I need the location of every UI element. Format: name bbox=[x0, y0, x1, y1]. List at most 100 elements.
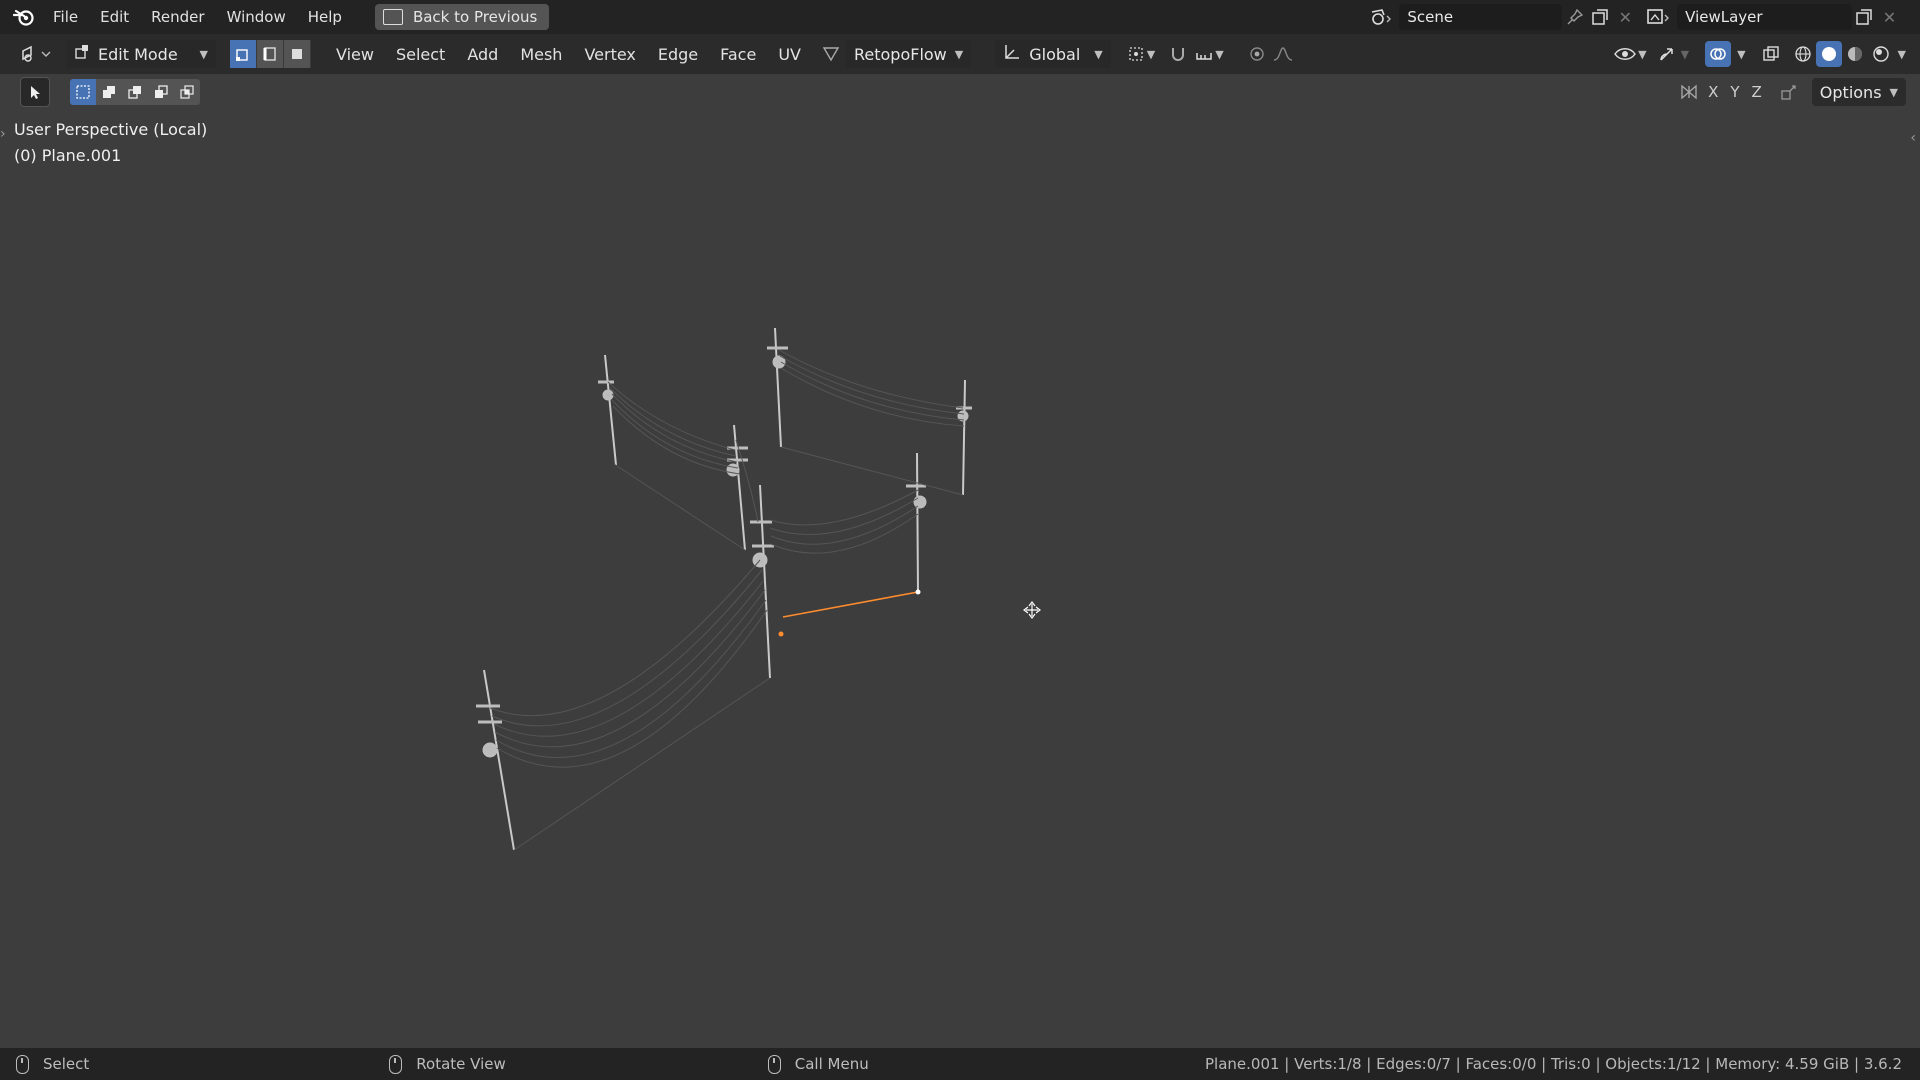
intersect-selection-icon[interactable] bbox=[174, 79, 200, 105]
menu-file[interactable]: File bbox=[42, 0, 89, 34]
menu-vertex[interactable]: Vertex bbox=[573, 45, 646, 64]
chevron-down-icon: ▼ bbox=[954, 47, 964, 61]
pole bbox=[759, 484, 771, 679]
visibility-eye-icon[interactable] bbox=[1612, 41, 1638, 67]
mirror-butterfly-icon[interactable] bbox=[1676, 79, 1702, 105]
chevron-down-icon[interactable]: ▼ bbox=[1681, 48, 1689, 61]
scene-statistics: Plane.001 | Verts:1/8 | Edges:0/7 | Face… bbox=[1205, 1055, 1902, 1073]
menu-add[interactable]: Add bbox=[456, 45, 509, 64]
chevron-down-icon[interactable]: ▼ bbox=[1638, 48, 1646, 61]
retopoflow-icon[interactable] bbox=[818, 41, 844, 67]
snap-icon[interactable] bbox=[1165, 41, 1191, 67]
back-to-previous-button[interactable]: Back to Previous bbox=[374, 4, 550, 30]
new-view-layer-icon[interactable] bbox=[1852, 4, 1877, 30]
menu-window[interactable]: Window bbox=[216, 0, 297, 34]
status-left-action: Select bbox=[43, 1055, 90, 1073]
delete-scene-icon[interactable]: ✕ bbox=[1613, 4, 1638, 30]
delete-view-layer-icon[interactable]: ✕ bbox=[1877, 4, 1902, 30]
scene-icon[interactable] bbox=[1368, 4, 1393, 30]
back-icon bbox=[382, 9, 403, 25]
tool-settings-row: X Y Z Options ▼ bbox=[0, 74, 1920, 110]
menu-select[interactable]: Select bbox=[385, 45, 456, 64]
move-cursor-icon bbox=[1023, 601, 1041, 619]
menu-mesh[interactable]: Mesh bbox=[509, 45, 573, 64]
xray-icon[interactable] bbox=[1758, 41, 1784, 67]
select-mode-group bbox=[230, 40, 311, 68]
edit-mode-icon bbox=[74, 44, 90, 64]
mode-label: Edit Mode bbox=[98, 44, 178, 64]
menu-help[interactable]: Help bbox=[297, 0, 353, 34]
snap-target-icon[interactable] bbox=[1191, 41, 1217, 67]
chevron-down-icon: ▼ bbox=[1889, 85, 1898, 99]
set-new-selection-icon[interactable] bbox=[70, 79, 96, 105]
blender-logo-icon[interactable] bbox=[10, 3, 38, 31]
mouse-middle-icon bbox=[389, 1054, 403, 1074]
options-dropdown[interactable]: Options ▼ bbox=[1811, 78, 1906, 106]
wireframe-shading-icon[interactable] bbox=[1790, 41, 1816, 67]
retopoflow-label: RetopoFlow bbox=[853, 44, 947, 64]
scene-name: Scene bbox=[1407, 8, 1454, 26]
edge-select-icon[interactable] bbox=[257, 40, 284, 68]
pole bbox=[604, 354, 617, 466]
mouse-left-icon bbox=[16, 1054, 29, 1074]
face-select-icon[interactable] bbox=[284, 40, 311, 68]
selected-vertex[interactable] bbox=[778, 631, 784, 637]
pole bbox=[916, 452, 919, 593]
menu-edit[interactable]: Edit bbox=[89, 0, 140, 34]
gizmo-icon[interactable] bbox=[1655, 41, 1681, 67]
mirror-options: X Y Z Options ▼ bbox=[1676, 78, 1906, 106]
vertex-select-icon[interactable] bbox=[230, 40, 257, 68]
pole bbox=[962, 379, 966, 496]
chevron-down-icon[interactable]: ▼ bbox=[1147, 48, 1155, 61]
scene-selector: Scene ✕ bbox=[1368, 4, 1638, 30]
mode-dropdown[interactable]: Edit Mode ▼ bbox=[66, 40, 216, 68]
retopoflow-dropdown[interactable]: RetopoFlow ▼ bbox=[845, 40, 972, 68]
viewport-shading-controls: ▼ ▼ ▼ ▼ bbox=[1612, 41, 1906, 67]
power-poles bbox=[483, 327, 966, 851]
material-preview-icon[interactable] bbox=[1842, 41, 1868, 67]
rendered-shading-icon[interactable] bbox=[1868, 41, 1894, 67]
menu-view[interactable]: View bbox=[325, 45, 385, 64]
view-layer-name-field[interactable]: ViewLayer bbox=[1677, 4, 1852, 30]
new-scene-icon[interactable] bbox=[1587, 4, 1612, 30]
chevron-down-icon[interactable]: ▼ bbox=[1215, 48, 1223, 61]
transform-orientation-dropdown[interactable]: Global ▼ bbox=[995, 40, 1111, 68]
mirror-y-toggle[interactable]: Y bbox=[1724, 83, 1745, 101]
3d-viewport[interactable]: › ‹ User Perspective (Local) (0) Plane.0… bbox=[0, 110, 1920, 1048]
orientation-icon bbox=[1003, 43, 1021, 65]
selection-mode-group bbox=[70, 79, 200, 105]
pin-icon[interactable] bbox=[1562, 4, 1587, 30]
solid-shading-icon[interactable] bbox=[1815, 41, 1842, 67]
menu-face[interactable]: Face bbox=[709, 45, 767, 64]
chevron-down-icon[interactable]: ▼ bbox=[1737, 48, 1745, 61]
overlays-icon[interactable] bbox=[1705, 41, 1732, 67]
mouse-right-icon bbox=[767, 1054, 781, 1074]
top-bar: File Edit Render Window Help Back to Pre… bbox=[0, 0, 1920, 34]
mirror-x-toggle[interactable]: X bbox=[1702, 83, 1724, 101]
view-layer-icon[interactable] bbox=[1646, 4, 1671, 30]
extend-selection-icon[interactable] bbox=[96, 79, 122, 105]
status-bar: Select Rotate View Call Menu Plane.001 |… bbox=[0, 1048, 1920, 1080]
active-vertex[interactable] bbox=[915, 589, 921, 595]
falloff-icon[interactable] bbox=[1270, 41, 1296, 67]
selected-edge[interactable] bbox=[782, 591, 919, 618]
options-label: Options bbox=[1819, 82, 1882, 102]
chevron-down-icon: ▼ bbox=[199, 47, 208, 61]
view-layer-selector: ViewLayer ✕ bbox=[1646, 4, 1902, 30]
invert-selection-icon[interactable] bbox=[148, 79, 174, 105]
menu-uv[interactable]: UV bbox=[767, 45, 812, 64]
scene-name-field[interactable]: Scene bbox=[1399, 4, 1562, 30]
editor-type-icon[interactable] bbox=[16, 41, 56, 67]
status-middle-action: Rotate View bbox=[416, 1055, 506, 1073]
proportional-editing-icon[interactable] bbox=[1244, 41, 1270, 67]
orientation-label: Global bbox=[1029, 44, 1081, 64]
mirror-z-toggle[interactable]: Z bbox=[1746, 83, 1768, 101]
auto-merge-icon[interactable] bbox=[1776, 79, 1802, 105]
menu-render[interactable]: Render bbox=[140, 0, 215, 34]
menu-edge[interactable]: Edge bbox=[647, 45, 709, 64]
subtract-selection-icon[interactable] bbox=[122, 79, 148, 105]
scene-geometry bbox=[476, 327, 1041, 851]
back-to-previous-label: Back to Previous bbox=[412, 8, 538, 26]
select-tool-icon[interactable] bbox=[20, 77, 50, 107]
chevron-down-icon[interactable]: ▼ bbox=[1898, 48, 1906, 61]
